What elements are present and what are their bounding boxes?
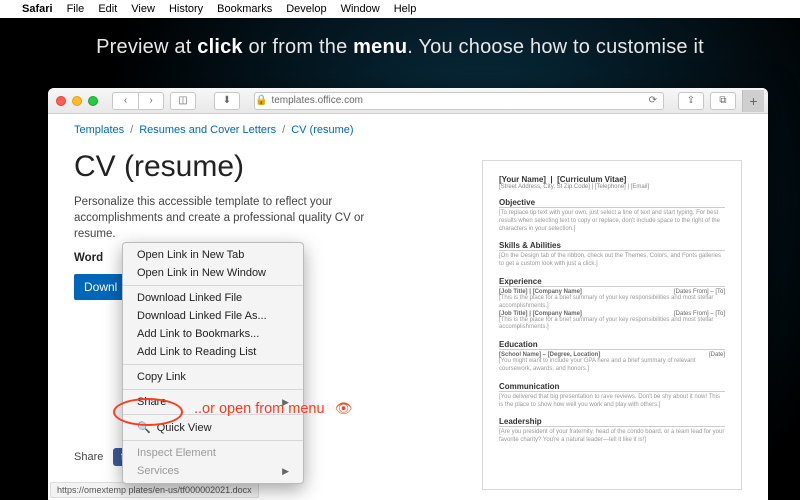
downloads-button[interactable]: ⬇ xyxy=(214,92,240,110)
address-bar[interactable]: 🔒 templates.office.com ⟳ xyxy=(254,92,664,110)
reload-icon[interactable]: ⟳ xyxy=(649,95,657,106)
preview-sec-experience: Experience xyxy=(499,277,725,287)
tabs-overview-button[interactable]: ⧉ xyxy=(710,92,736,110)
close-window-button[interactable] xyxy=(56,96,66,106)
preview-sec-communication: Communication xyxy=(499,382,725,392)
template-description: Personalize this accessible template to … xyxy=(74,194,374,242)
minimize-window-button[interactable] xyxy=(72,96,82,106)
ctx-download-linked-file[interactable]: Download Linked File xyxy=(123,289,303,307)
url-host: templates.office.com xyxy=(271,95,363,106)
menu-help[interactable]: Help xyxy=(394,3,417,15)
magnifier-icon: 🔍 xyxy=(137,421,151,434)
sidebar-button[interactable]: ◫ xyxy=(170,92,196,110)
preview-comm-text: [You delivered that big presentation to … xyxy=(499,394,725,410)
menu-develop[interactable]: Develop xyxy=(286,3,326,15)
safari-titlebar[interactable]: ‹ › ◫ ⬇ 🔒 templates.office.com ⟳ ⇪ ⧉ + xyxy=(48,88,768,114)
breadcrumb: Templates/ Resumes and Cover Letters/ CV… xyxy=(74,124,742,136)
preview-skills-text: [On the Design tab of the ribbon, check … xyxy=(499,253,725,269)
ctx-add-link-reading-list[interactable]: Add Link to Reading List xyxy=(123,343,303,361)
back-button[interactable]: ‹ xyxy=(112,92,138,110)
app-menu[interactable]: Safari xyxy=(22,3,53,15)
share-toolbar-button[interactable]: ⇪ xyxy=(678,92,704,110)
preview-objective-text: [To replace tip text with your own, just… xyxy=(499,210,725,233)
preview-name: [Your Name] | [Curriculum Vitae] xyxy=(499,175,725,184)
ctx-copy-link[interactable]: Copy Link xyxy=(123,368,303,386)
preview-lead-text: [Are you president of your fraternity, h… xyxy=(499,429,725,445)
annotation-text: ..or open from menu 👁 xyxy=(194,400,352,417)
new-tab-button[interactable]: + xyxy=(742,90,764,112)
share-label: Share xyxy=(74,451,103,463)
ctx-add-link-bookmarks[interactable]: Add Link to Bookmarks... xyxy=(123,325,303,343)
menu-edit[interactable]: Edit xyxy=(98,3,117,15)
ctx-open-new-window[interactable]: Open Link in New Window xyxy=(123,264,303,282)
preview-sec-objective: Objective xyxy=(499,198,725,208)
preview-sec-skills: Skills & Abilities xyxy=(499,241,725,251)
menu-view[interactable]: View xyxy=(131,3,155,15)
ctx-open-new-tab[interactable]: Open Link in New Tab xyxy=(123,246,303,264)
menu-bookmarks[interactable]: Bookmarks xyxy=(217,3,272,15)
preview-job1-text: [This is the place for a brief summary o… xyxy=(499,295,725,311)
crumb-resumes[interactable]: Resumes and Cover Letters xyxy=(139,124,276,136)
preview-sec-education: Education xyxy=(499,340,725,350)
ctx-inspect-element[interactable]: Inspect Element xyxy=(123,444,303,462)
menu-file[interactable]: File xyxy=(67,3,85,15)
ctx-quick-view[interactable]: 🔍Quick View xyxy=(123,418,303,437)
forward-button[interactable]: › xyxy=(138,92,164,110)
eye-icon: 👁 xyxy=(335,400,353,417)
preview-edu-text: [You might want to include your GPA here… xyxy=(499,358,725,374)
context-menu[interactable]: Open Link in New Tab Open Link in New Wi… xyxy=(122,242,304,484)
chevron-right-icon: ▶ xyxy=(282,466,289,477)
menu-history[interactable]: History xyxy=(169,3,203,15)
lock-icon: 🔒 xyxy=(255,95,267,106)
ctx-services-submenu[interactable]: Services▶ xyxy=(123,462,303,480)
preview-contact: [Street Address, City, St Zip Code] | [T… xyxy=(499,184,725,190)
crumb-current: CV (resume) xyxy=(291,124,353,136)
macos-menubar[interactable]: Safari File Edit View History Bookmarks … xyxy=(0,0,800,18)
nav-back-forward[interactable]: ‹ › xyxy=(112,92,164,110)
window-controls[interactable] xyxy=(56,96,98,106)
zoom-window-button[interactable] xyxy=(88,96,98,106)
template-preview: [Your Name] | [Curriculum Vitae] [Street… xyxy=(482,160,742,490)
preview-sec-leadership: Leadership xyxy=(499,417,725,427)
promo-headline: Preview at click or from the menu. You c… xyxy=(0,36,800,59)
menu-window[interactable]: Window xyxy=(341,3,380,15)
status-bar-url: https://omextemp plates/en-us/tf00000202… xyxy=(50,482,259,498)
ctx-download-linked-file-as[interactable]: Download Linked File As... xyxy=(123,307,303,325)
preview-job2-text: [This is the place for a brief summary o… xyxy=(499,317,725,333)
crumb-templates[interactable]: Templates xyxy=(74,124,124,136)
